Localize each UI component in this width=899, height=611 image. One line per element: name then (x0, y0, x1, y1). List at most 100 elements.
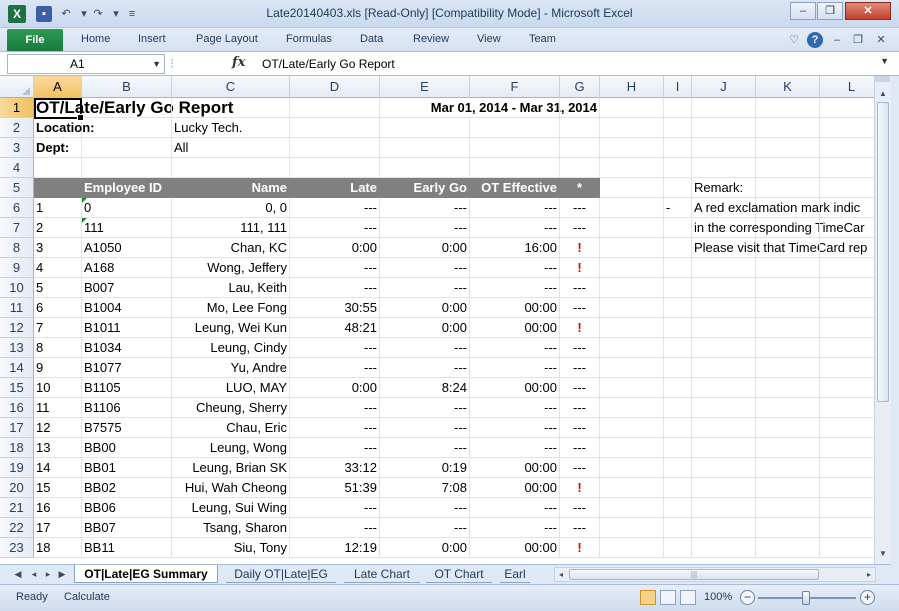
row-header[interactable]: 4 (0, 158, 34, 178)
zoom-out-icon[interactable]: − (740, 590, 755, 605)
cell-j20[interactable] (692, 478, 756, 498)
employee-id[interactable]: BB06 (82, 498, 172, 518)
remark-bullet[interactable]: - (664, 198, 692, 218)
employee-name[interactable]: Leung, Sui Wing (172, 498, 290, 518)
cell-k4[interactable] (756, 158, 820, 178)
employee-name[interactable]: 111, 111 (172, 218, 290, 238)
cell-b1[interactable] (82, 98, 172, 118)
row-header[interactable]: 11 (0, 298, 34, 318)
cell-l2[interactable] (820, 118, 874, 138)
row-number[interactable]: 13 (34, 438, 82, 458)
late-value[interactable]: 0:00 (290, 378, 380, 398)
employee-name[interactable]: Leung, Wei Kun (172, 318, 290, 338)
row-header[interactable]: 2 (0, 118, 34, 138)
employee-name[interactable]: Leung, Brian SK (172, 458, 290, 478)
cell-k5[interactable] (756, 178, 820, 198)
cell-l3[interactable] (820, 138, 874, 158)
row-header[interactable]: 12 (0, 318, 34, 338)
cell-h10[interactable] (600, 278, 664, 298)
late-value[interactable]: 48:21 (290, 318, 380, 338)
early-go-value[interactable]: --- (380, 438, 470, 458)
cell-f1[interactable] (470, 98, 560, 118)
location-label[interactable]: Location: (34, 118, 95, 138)
employee-name[interactable]: Hui, Wah Cheong (172, 478, 290, 498)
row-number[interactable]: 9 (34, 358, 82, 378)
early-go-value[interactable]: 0:00 (380, 318, 470, 338)
row-number[interactable]: 3 (34, 238, 82, 258)
cell-c4[interactable] (172, 158, 290, 178)
ot-effective-value[interactable]: --- (470, 278, 560, 298)
column-header-a[interactable]: A (34, 76, 82, 98)
row-header[interactable]: 17 (0, 418, 34, 438)
row-number[interactable]: 15 (34, 478, 82, 498)
cell-l1[interactable] (820, 98, 874, 118)
cell-k3[interactable] (756, 138, 820, 158)
late-value[interactable]: 0:00 (290, 238, 380, 258)
row-number[interactable]: 14 (34, 458, 82, 478)
cell-h6[interactable] (600, 198, 664, 218)
cell-l7[interactable] (820, 218, 874, 238)
cell-k10[interactable] (756, 278, 820, 298)
row-header[interactable]: 10 (0, 278, 34, 298)
flag-value[interactable]: --- (560, 298, 600, 318)
employee-name[interactable]: Cheung, Sherry (172, 398, 290, 418)
cell-l17[interactable] (820, 418, 874, 438)
cell-j1[interactable] (692, 98, 756, 118)
ot-effective-value[interactable]: --- (470, 198, 560, 218)
header-flag[interactable]: * (560, 178, 600, 198)
sheet-tab-late-chart[interactable]: Late Chart (344, 565, 420, 583)
ot-effective-value[interactable]: 00:00 (470, 458, 560, 478)
row-number[interactable]: 17 (34, 518, 82, 538)
employee-name[interactable]: Wong, Jeffery (172, 258, 290, 278)
cell-h1[interactable] (600, 98, 664, 118)
ot-effective-value[interactable]: --- (470, 498, 560, 518)
ot-effective-value[interactable]: 00:00 (470, 298, 560, 318)
cell-l20[interactable] (820, 478, 874, 498)
employee-id[interactable]: B1077 (82, 358, 172, 378)
early-go-value[interactable]: 0:00 (380, 238, 470, 258)
page-layout-view-icon[interactable] (660, 590, 676, 605)
cell-l6[interactable] (820, 198, 874, 218)
cell-c1[interactable] (172, 98, 290, 118)
employee-name[interactable]: Mo, Lee Fong (172, 298, 290, 318)
remark-line[interactable]: in the corresponding TimeCar (692, 218, 865, 238)
late-value[interactable]: 12:19 (290, 538, 380, 558)
employee-id[interactable]: 111 (82, 218, 172, 238)
minimize-ribbon-icon[interactable]: ♡ (786, 32, 802, 48)
row-header[interactable]: 15 (0, 378, 34, 398)
cell-l15[interactable] (820, 378, 874, 398)
header-ot-effective[interactable]: OT Effective (470, 178, 560, 198)
restore-button[interactable]: ❐ (817, 2, 843, 20)
prev-sheet-icon[interactable]: ◂ (28, 567, 40, 581)
zoom-slider-knob[interactable] (802, 591, 810, 605)
cell-j10[interactable] (692, 278, 756, 298)
row-number[interactable]: 4 (34, 258, 82, 278)
remark-line[interactable]: A red exclamation mark indic (692, 198, 860, 218)
late-value[interactable]: 51:39 (290, 478, 380, 498)
cell-h23[interactable] (600, 538, 664, 558)
cell-g2[interactable] (560, 118, 600, 138)
early-go-value[interactable]: --- (380, 358, 470, 378)
employee-id[interactable]: BB00 (82, 438, 172, 458)
ot-effective-value[interactable]: --- (470, 338, 560, 358)
cell-i17[interactable] (664, 418, 692, 438)
cell-h3[interactable] (600, 138, 664, 158)
row-header[interactable]: 18 (0, 438, 34, 458)
cell-l19[interactable] (820, 458, 874, 478)
cell-j16[interactable] (692, 398, 756, 418)
select-all-button[interactable] (0, 76, 34, 98)
cell-i4[interactable] (664, 158, 692, 178)
first-sheet-icon[interactable]: ◀ (12, 567, 24, 581)
early-go-value[interactable]: --- (380, 338, 470, 358)
row-number[interactable]: 16 (34, 498, 82, 518)
row-header[interactable]: 5 (0, 178, 34, 198)
flag-value[interactable]: --- (560, 398, 600, 418)
employee-id[interactable]: 0 (82, 198, 172, 218)
late-value[interactable]: --- (290, 518, 380, 538)
late-value[interactable]: --- (290, 258, 380, 278)
ot-effective-value[interactable]: --- (470, 218, 560, 238)
cell-i20[interactable] (664, 478, 692, 498)
cell-l23[interactable] (820, 538, 874, 558)
employee-id[interactable]: B1106 (82, 398, 172, 418)
cell-l22[interactable] (820, 518, 874, 538)
